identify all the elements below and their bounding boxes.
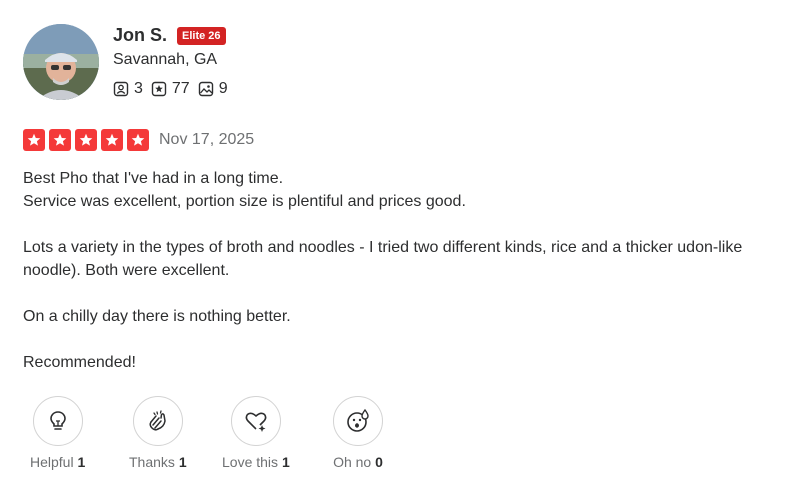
reviews-count: 77 bbox=[171, 80, 190, 97]
user-stats: 3 77 9 bbox=[113, 80, 236, 98]
lightbulb-icon bbox=[49, 411, 66, 430]
rating-row: Nov 17, 2025 bbox=[23, 129, 254, 151]
review-line: Best Pho that I've had in a long time. bbox=[23, 170, 284, 187]
review-paragraph: Recommended! bbox=[23, 354, 136, 371]
elite-badge[interactable]: Elite 26 bbox=[177, 26, 226, 45]
review-text: Best Pho that I've had in a long time. S… bbox=[23, 167, 783, 374]
reaction-label: Love this bbox=[222, 454, 279, 470]
review-paragraph: Lots a variety in the types of broth and… bbox=[23, 239, 743, 279]
friends-stat: 3 bbox=[113, 80, 143, 98]
user-location: Savannah, GA bbox=[113, 51, 218, 68]
reviews-icon bbox=[151, 81, 167, 97]
reaction-label: Oh no bbox=[333, 454, 372, 470]
star-icon bbox=[23, 129, 45, 151]
review-line: Service was excellent, portion size is p… bbox=[23, 193, 466, 210]
reaction-helpful[interactable]: Helpful 1 bbox=[30, 396, 85, 470]
review-paragraph: On a chilly day there is nothing better. bbox=[23, 308, 291, 325]
star-rating bbox=[23, 129, 153, 151]
reaction-thanks[interactable]: Thanks 1 bbox=[129, 396, 187, 470]
heart-icon bbox=[245, 412, 267, 432]
oh-no-face-icon bbox=[347, 408, 369, 432]
avatar[interactable] bbox=[23, 24, 99, 100]
photos-icon bbox=[198, 81, 213, 97]
reaction-label: Thanks bbox=[129, 454, 175, 470]
star-icon bbox=[75, 129, 97, 151]
reaction-count: 1 bbox=[77, 454, 86, 470]
reaction-oh-no[interactable]: Oh no 0 bbox=[333, 396, 383, 470]
reaction-label: Helpful bbox=[30, 454, 74, 470]
friends-count: 3 bbox=[134, 80, 143, 97]
reaction-count: 0 bbox=[375, 454, 383, 470]
reaction-love-this[interactable]: Love this 1 bbox=[222, 396, 290, 470]
star-icon bbox=[49, 129, 71, 151]
clapping-hands-icon bbox=[149, 410, 166, 431]
friends-icon bbox=[113, 81, 129, 97]
star-icon bbox=[101, 129, 123, 151]
star-icon bbox=[127, 129, 149, 151]
reaction-count: 1 bbox=[281, 454, 290, 470]
user-name[interactable]: Jon S. bbox=[113, 25, 167, 46]
photos-stat: 9 bbox=[198, 80, 228, 98]
reviews-stat: 77 bbox=[151, 80, 190, 98]
review-date: Nov 17, 2025 bbox=[159, 131, 255, 148]
reaction-count: 1 bbox=[178, 454, 187, 470]
photos-count: 9 bbox=[218, 80, 228, 97]
